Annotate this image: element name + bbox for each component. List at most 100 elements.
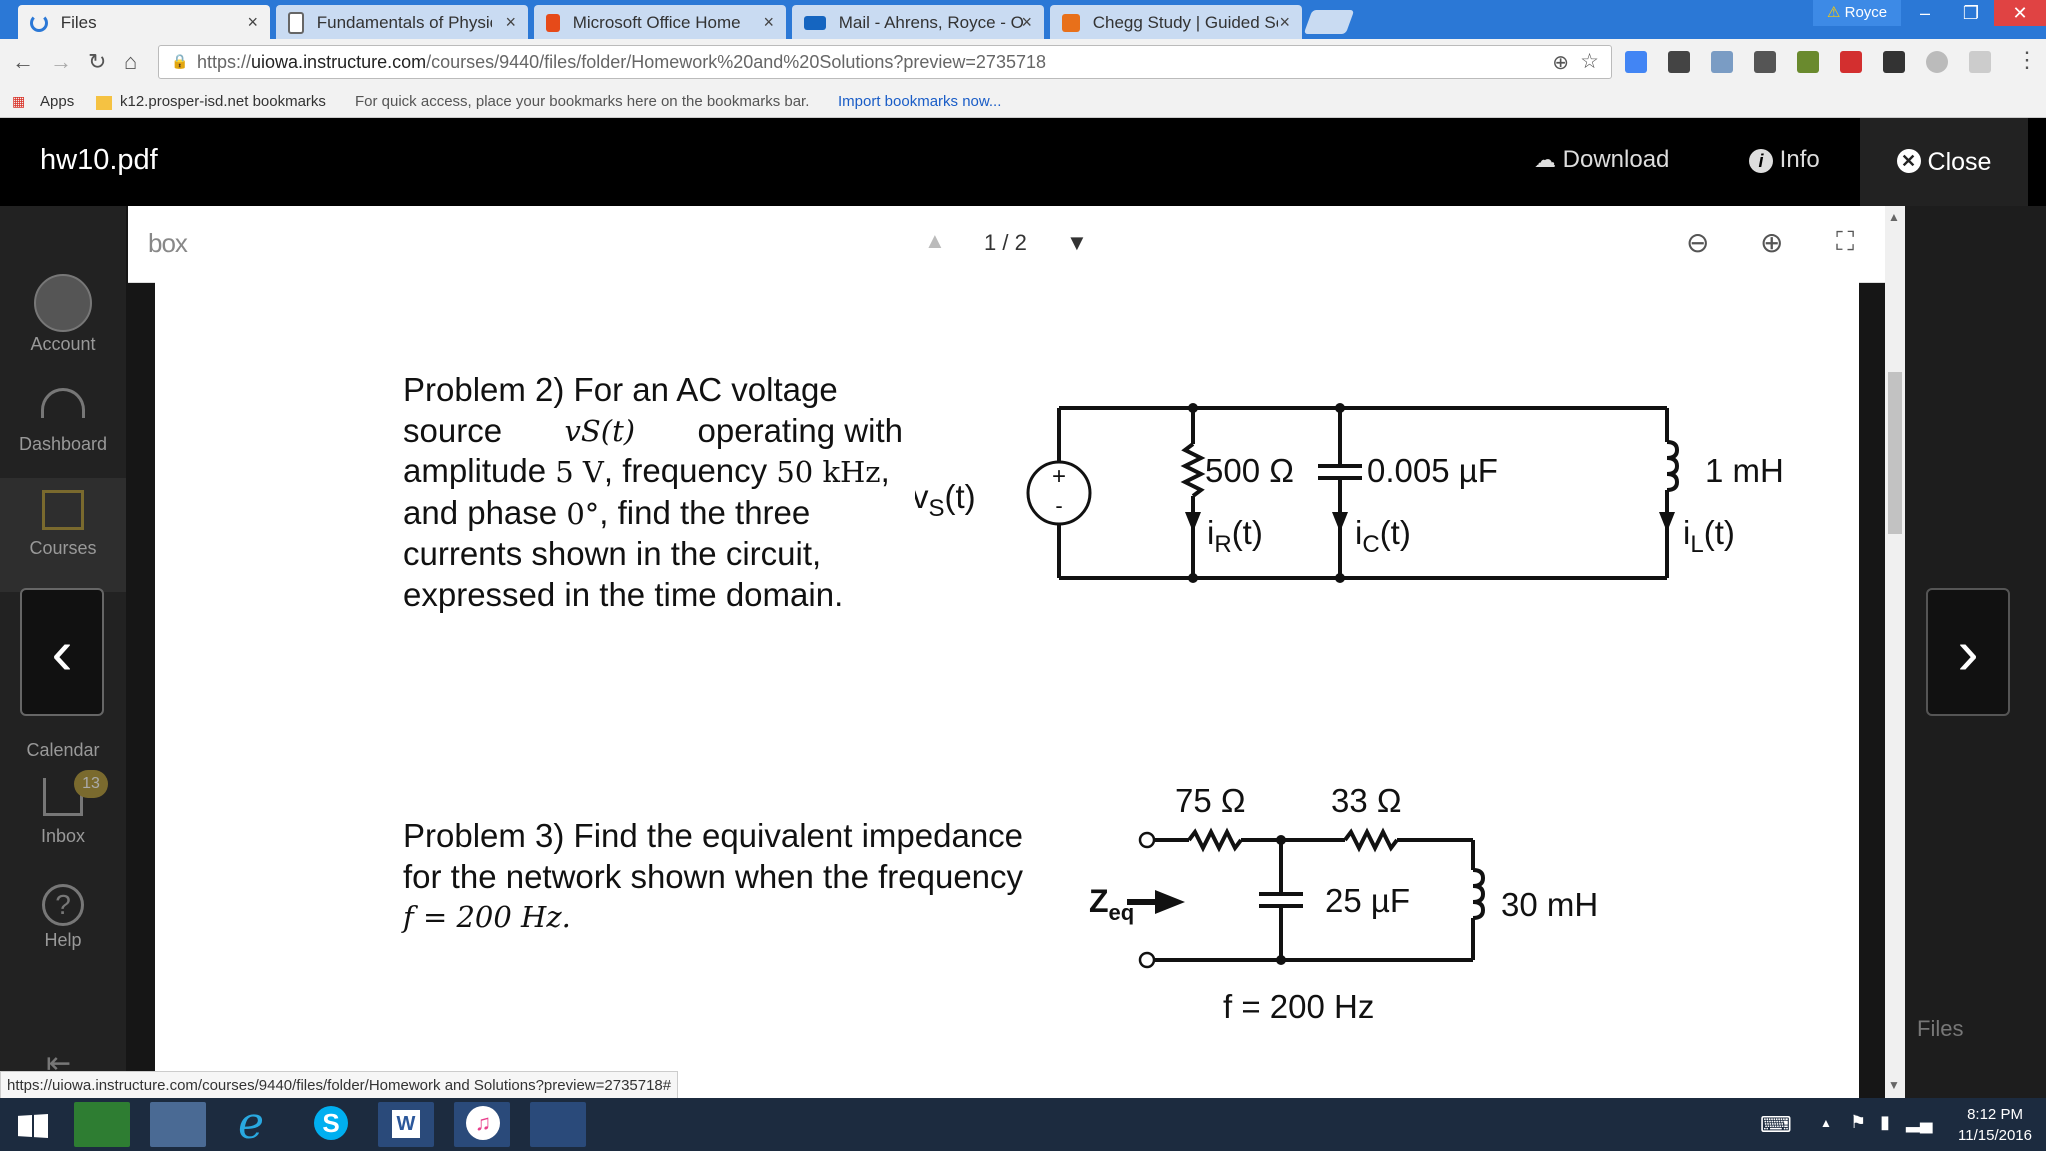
junction-dot xyxy=(1335,573,1345,583)
problem-2-line: currents shown in the circuit, xyxy=(403,535,822,572)
touch-keyboard-app-icon[interactable] xyxy=(530,1102,586,1147)
profile-name: Royce xyxy=(1844,4,1888,21)
text-span: , find the three xyxy=(599,493,811,531)
office-icon xyxy=(546,13,560,32)
new-tab-button[interactable] xyxy=(1303,10,1355,34)
previous-page-arrow-icon[interactable]: ▲ xyxy=(924,228,946,254)
tab-files[interactable]: Files × xyxy=(18,5,270,39)
chrome-icon[interactable] xyxy=(150,1102,206,1147)
download-button[interactable]: ☁ Download xyxy=(1534,146,1669,174)
action-center-icon[interactable]: ⚑ xyxy=(1850,1112,1866,1133)
tab-mail[interactable]: Mail - Ahrens, Royce - O × xyxy=(792,5,1044,39)
frequency-label: f = 200 Hz xyxy=(1223,988,1374,1025)
chrome-menu-icon[interactable]: ⋮ xyxy=(2016,47,2038,73)
extension-icon[interactable] xyxy=(1754,51,1776,73)
tab-close-icon[interactable]: × xyxy=(763,5,774,39)
keyboard-icon[interactable]: ⌨ xyxy=(1760,1112,1792,1138)
store-icon[interactable] xyxy=(74,1102,130,1147)
resistor-label: 500 Ω xyxy=(1205,452,1294,489)
taskbar-clock[interactable]: 8:12 PM 11/15/2016 xyxy=(1958,1104,2032,1146)
sidebar-item-help[interactable]: ? Help xyxy=(0,884,126,951)
sidebar-item-dashboard[interactable]: Dashboard xyxy=(0,388,126,455)
current-ir-label: iR(t) xyxy=(1207,514,1263,558)
read-aloud-extension-icon[interactable] xyxy=(1668,51,1690,73)
home-icon[interactable]: ⌂ xyxy=(124,49,137,75)
tab-microsoft-office-home[interactable]: Microsoft Office Home × xyxy=(534,5,786,39)
maximize-icon[interactable]: ❐ xyxy=(1948,0,1994,26)
windows-taskbar: e S W ♫ ⌨ ▲ ⚑ ▮ ▂▄ 8:12 PM 11/15/2016 xyxy=(0,1098,2046,1151)
start-windows-icon[interactable] xyxy=(4,1102,62,1147)
avatar-icon xyxy=(34,274,92,332)
close-preview-button[interactable]: ✕ Close xyxy=(1860,118,2028,206)
skype-icon[interactable]: S xyxy=(302,1102,358,1147)
tab-close-icon[interactable]: × xyxy=(1279,5,1290,39)
dictionary-extension-icon[interactable] xyxy=(1797,51,1819,73)
problem-3-text: Problem 3) Find the equivalent impedance… xyxy=(403,816,1043,938)
reload-icon[interactable]: ↻ xyxy=(88,49,106,75)
word-icon[interactable]: W xyxy=(378,1102,434,1147)
current-ic-label: iC(t) xyxy=(1355,514,1411,558)
back-arrow-icon[interactable]: ← xyxy=(12,49,34,75)
import-bookmarks-link[interactable]: Import bookmarks now... xyxy=(838,93,1001,110)
sidebar-item-courses[interactable]: Courses xyxy=(0,478,126,592)
forward-arrow-icon[interactable]: → xyxy=(50,49,72,75)
scroll-down-arrow-icon[interactable]: ▼ xyxy=(1888,1078,1900,1092)
inductor-30mh-label: 30 mH xyxy=(1501,886,1598,923)
next-page-arrow-icon[interactable]: ▼ xyxy=(1066,230,1088,256)
block-extension-icon[interactable] xyxy=(1926,51,1948,73)
files-link[interactable]: Files xyxy=(1917,1016,1963,1042)
zoom-out-icon[interactable]: ⊖ xyxy=(1686,226,1709,259)
sidebar-item-label: Account xyxy=(30,334,96,354)
tab-close-icon[interactable]: × xyxy=(505,5,516,39)
tab-close-icon[interactable]: × xyxy=(247,5,258,39)
download-label: Download xyxy=(1562,146,1670,173)
tab-close-icon[interactable]: × xyxy=(1021,5,1032,39)
internet-explorer-icon[interactable]: e xyxy=(226,1098,282,1149)
next-file-button[interactable]: › xyxy=(1926,588,2010,716)
sidebar-item-inbox[interactable]: 13 Inbox xyxy=(0,770,126,847)
show-hidden-icons-arrow-icon[interactable]: ▲ xyxy=(1820,1116,1832,1130)
scrollbar-thumb[interactable] xyxy=(1888,372,1902,534)
translate-extension-icon[interactable] xyxy=(1625,51,1647,73)
extension-icon[interactable] xyxy=(1969,51,1991,73)
apps-link[interactable]: Apps xyxy=(40,93,74,110)
sidebar-item-account[interactable]: Account xyxy=(0,274,126,355)
clock-time: 8:12 PM xyxy=(1967,1106,2023,1123)
inbox-badge: 13 xyxy=(74,770,108,798)
itunes-icon[interactable]: ♫ xyxy=(454,1102,510,1147)
profile-button[interactable]: ⚠ Royce xyxy=(1813,0,1902,26)
tab-chegg-study[interactable]: Chegg Study | Guided So × xyxy=(1050,5,1302,39)
math-span: 50 kHz xyxy=(776,455,881,489)
zoom-in-icon[interactable]: ⊕ xyxy=(1760,226,1783,259)
mail-icon xyxy=(804,15,826,30)
page-indicator[interactable]: 1 / 2 xyxy=(984,230,1027,256)
current-il-label: iL(t) xyxy=(1683,514,1735,558)
bookmark-folder[interactable]: k12.prosper-isd.net bookmarks xyxy=(120,93,326,110)
scroll-up-arrow-icon[interactable]: ▲ xyxy=(1888,210,1900,224)
screenshot-extension-icon[interactable] xyxy=(1711,51,1733,73)
problem-2-line: amplitude 5 V, frequency 50 kHz, xyxy=(403,451,903,493)
zoom-icon[interactable]: ⊕ xyxy=(1552,50,1569,75)
page-scrollbar[interactable] xyxy=(1885,206,1905,1098)
minimize-icon[interactable]: – xyxy=(1902,0,1948,26)
lock-icon: 🔒 xyxy=(171,53,189,69)
text-span: source xyxy=(403,411,503,449)
resistor-33-label: 33 Ω xyxy=(1331,782,1402,819)
tab-fundamentals-of-physics[interactable]: Fundamentals of Physics × xyxy=(276,5,528,39)
chevron-right-icon: › xyxy=(1957,616,1979,688)
window-close-icon[interactable]: ✕ xyxy=(1994,0,2046,26)
address-bar[interactable]: 🔒 https://uiowa.instructure.com/courses/… xyxy=(158,45,1612,79)
sidebar-item-calendar[interactable]: Calendar xyxy=(0,720,126,761)
battery-icon[interactable]: ▮ xyxy=(1880,1112,1890,1133)
network-signal-icon[interactable]: ▂▄ xyxy=(1906,1112,1933,1133)
label-part: (t) xyxy=(1704,514,1735,551)
info-button[interactable]: i Info xyxy=(1749,146,1820,174)
extension-icon[interactable] xyxy=(1840,51,1862,73)
junction-dot xyxy=(1188,403,1198,413)
fullscreen-icon[interactable]: ⛶ xyxy=(1836,226,1854,258)
browser-tab-strip: Files × Fundamentals of Physics × Micros… xyxy=(0,0,2046,39)
previous-file-button[interactable]: ‹ xyxy=(20,588,104,716)
bookmark-star-icon[interactable]: ☆ xyxy=(1580,49,1599,74)
extension-icon[interactable] xyxy=(1883,51,1905,73)
apps-grid-icon[interactable]: ▦ xyxy=(12,93,25,110)
